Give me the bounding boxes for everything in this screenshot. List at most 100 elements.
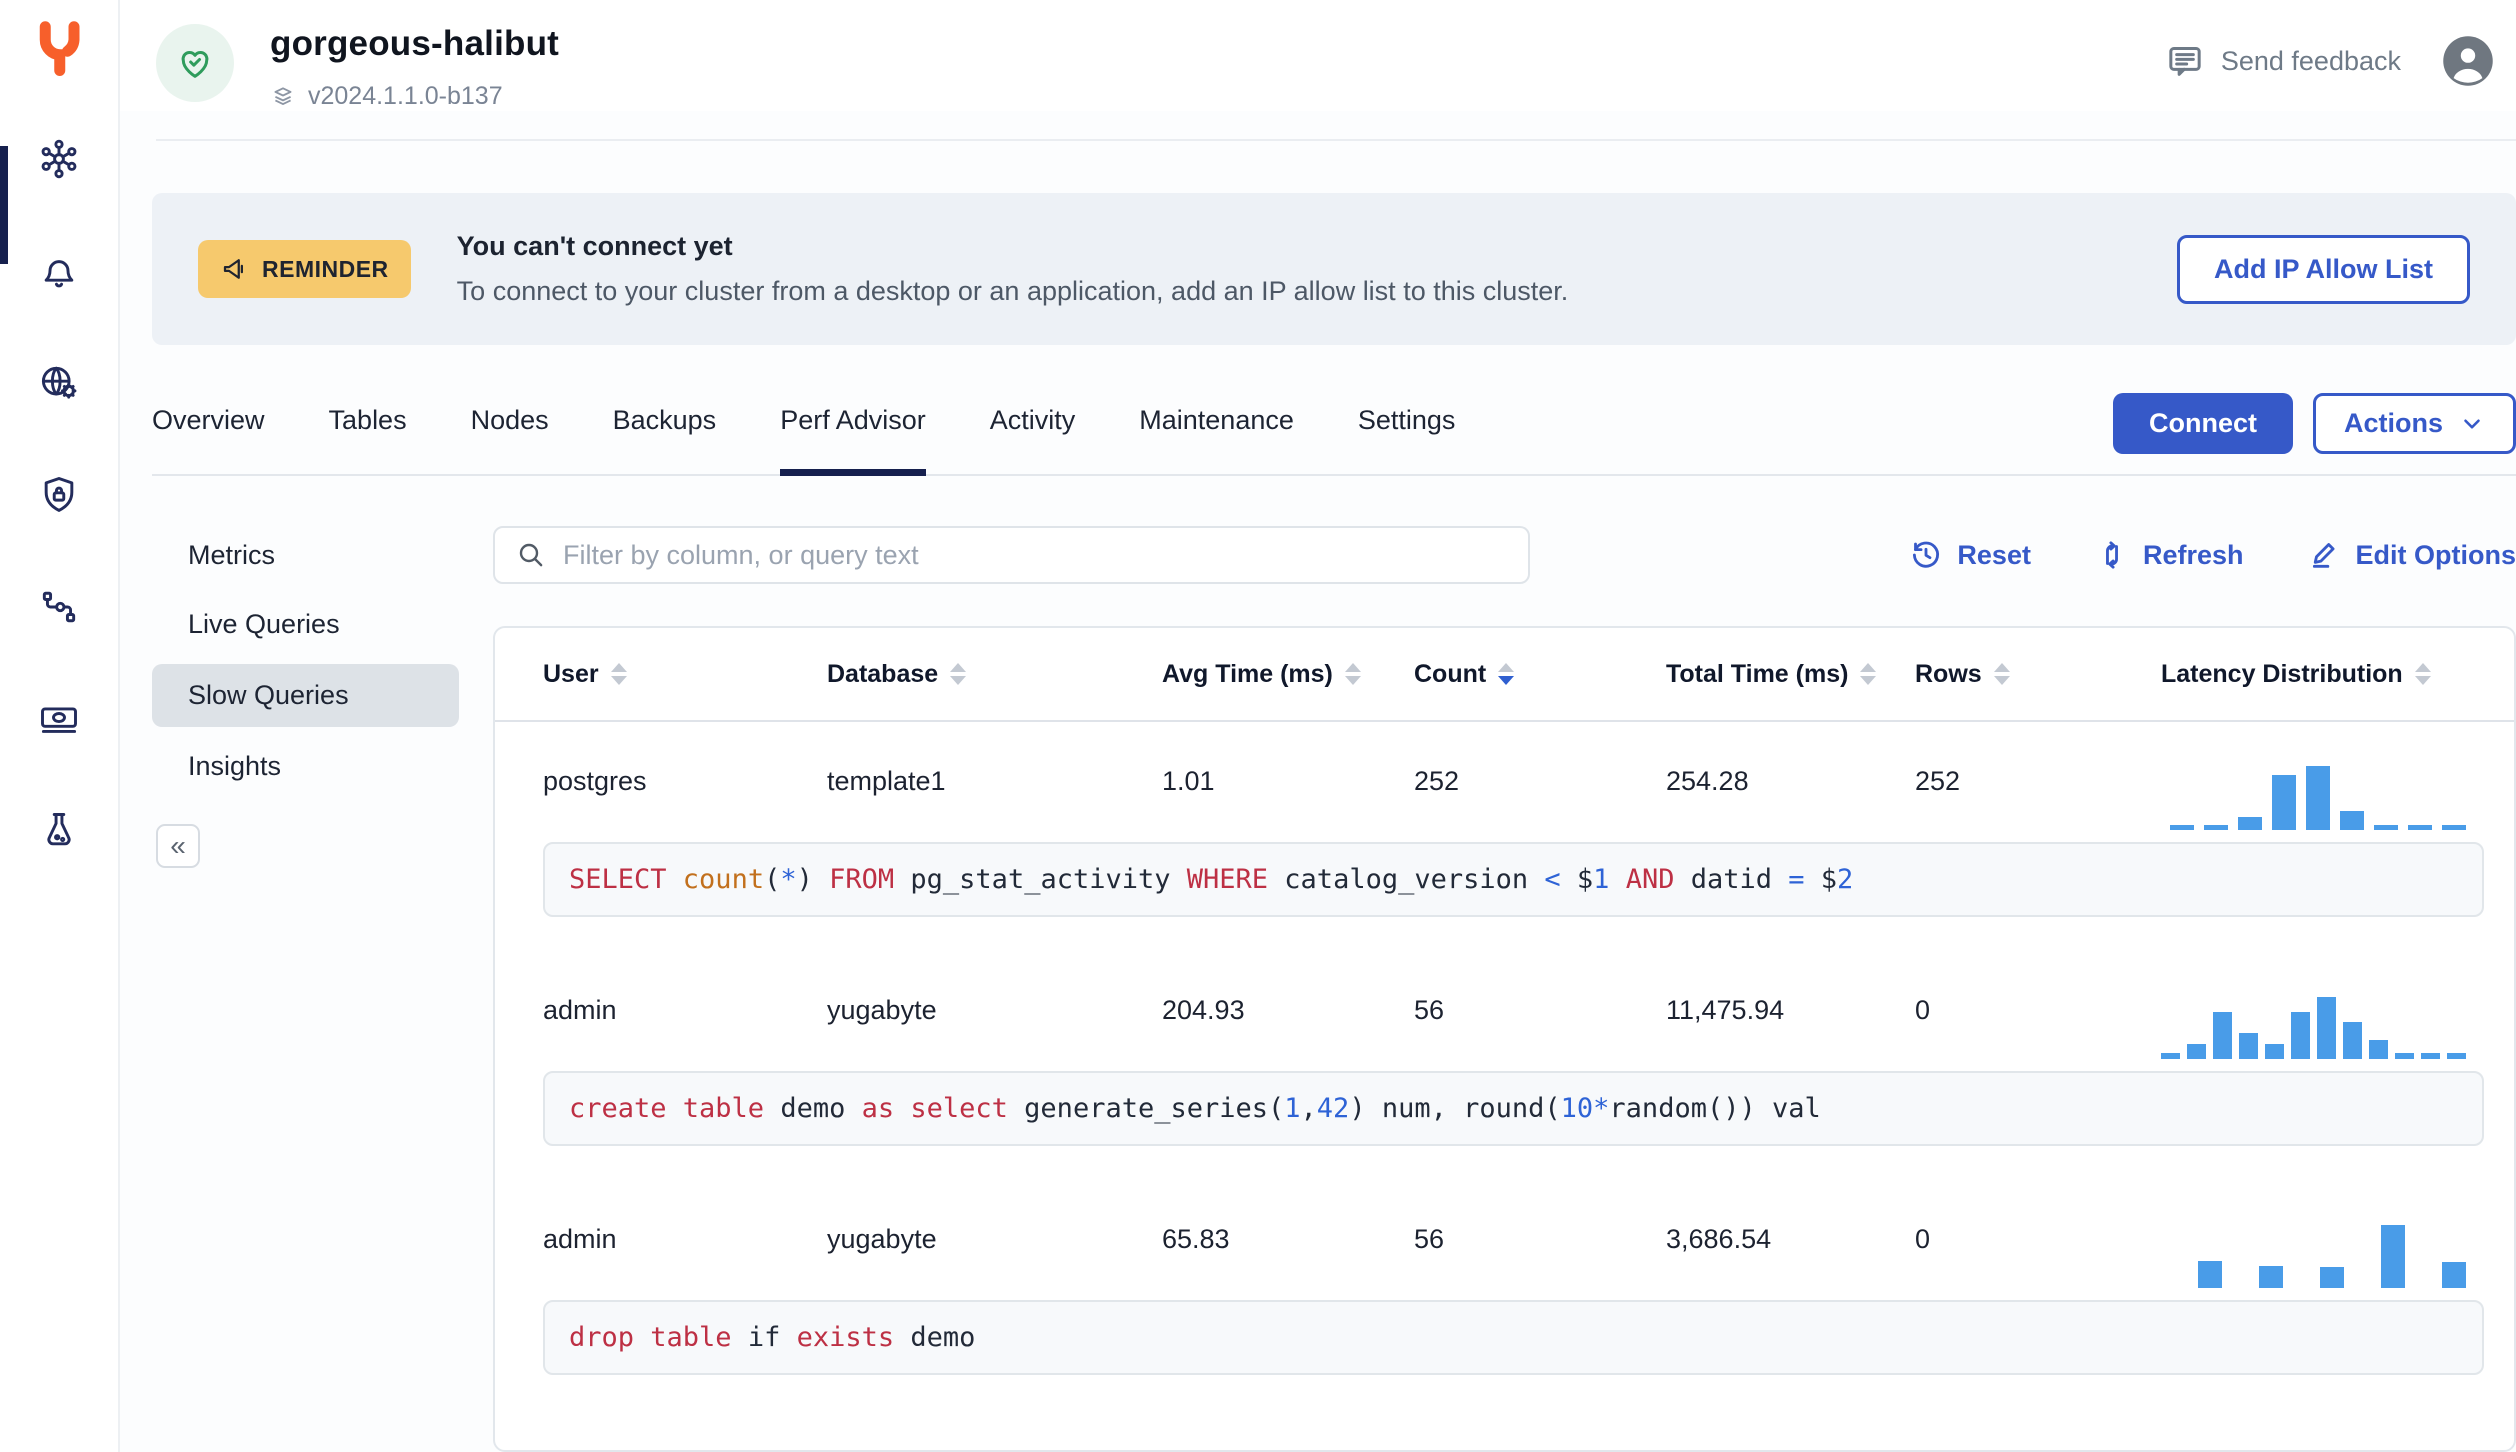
tab-activity[interactable]: Activity [990, 391, 1076, 474]
latency-bar [2161, 1053, 2180, 1059]
column-header-database[interactable]: Database [827, 660, 1162, 689]
column-header-total-time-ms[interactable]: Total Time (ms) [1666, 660, 1915, 689]
table-body: postgres template1 1.01 252 254.28 252 SELECT … [495, 722, 2514, 1375]
perf-advisor-subnav: Metrics Live Queries Slow Queries Insights … [120, 476, 493, 1452]
cluster-title-block: gorgeous-halibut v2024.1.1.0-b137 [270, 24, 559, 111]
cluster-version-row: v2024.1.1.0-b137 [270, 82, 559, 111]
table-row[interactable]: admin yugabyte 65.83 56 3,686.54 0 [495, 1180, 2514, 1298]
chevron-down-icon [2464, 418, 2480, 429]
shield-lock-icon[interactable] [36, 472, 82, 518]
sql-token: 2 [1837, 864, 1854, 895]
latency-bar [2340, 811, 2364, 830]
column-label: Rows [1915, 659, 1982, 688]
billing-banknote-icon[interactable] [36, 696, 82, 742]
sql-token: pg_stat_activity [910, 864, 1187, 895]
tab-settings[interactable]: Settings [1358, 391, 1456, 474]
cell-user: postgres [543, 765, 647, 796]
tab-perf-advisor[interactable]: Perf Advisor [780, 391, 926, 476]
cell-latency-distribution [2161, 1180, 2466, 1298]
cell-rows: 0 [1915, 994, 1931, 1025]
latency-bar [2170, 825, 2194, 830]
labs-flask-icon[interactable] [36, 808, 82, 854]
connect-button[interactable]: Connect [2112, 393, 2293, 454]
tab-tables[interactable]: Tables [329, 391, 407, 474]
sort-up-icon [1344, 663, 1361, 672]
cell-user: admin [543, 1223, 617, 1254]
subnav-item-slow-queries[interactable]: Slow Queries [152, 664, 459, 727]
tab-actions: Connect Actions [2112, 393, 2516, 472]
slow-queries-table: User Database Avg Time (ms) Count Total Time… [493, 626, 2516, 1452]
sort-down-icon [1860, 676, 1877, 685]
column-label: Database [827, 659, 939, 688]
cluster-tabs-row: Overview Tables Nodes Backups Perf Advisor Ac… [152, 391, 2516, 476]
yugabyte-logo[interactable] [29, 16, 89, 80]
sort-down-icon [950, 676, 967, 685]
column-header-avg-time-ms[interactable]: Avg Time (ms) [1162, 660, 1414, 689]
refresh-label: Refresh [2142, 539, 2244, 570]
integrations-flow-icon[interactable] [36, 584, 82, 630]
tab-overview[interactable]: Overview [152, 391, 265, 474]
sql-token: WHERE [1186, 864, 1285, 895]
edit-options-button[interactable]: Edit Options [2308, 538, 2516, 572]
tab-nodes[interactable]: Nodes [471, 391, 549, 474]
sql-token: as select [861, 1093, 1025, 1124]
subnav-item-live-queries[interactable]: Live Queries [152, 595, 459, 654]
sort-up-icon [2414, 663, 2431, 672]
actions-button[interactable]: Actions [2312, 393, 2516, 454]
column-header-count[interactable]: Count [1414, 660, 1666, 689]
sql-token: ) [796, 864, 830, 895]
sql-token: 1 [1593, 864, 1626, 895]
latency-bar [2306, 766, 2330, 830]
latency-bar [2369, 1040, 2388, 1059]
table-row[interactable]: postgres template1 1.01 252 254.28 252 [495, 722, 2514, 840]
sql-token: 10 [1560, 1093, 1594, 1124]
user-avatar[interactable] [2441, 34, 2495, 88]
cluster-version: v2024.1.1.0-b137 [308, 82, 503, 110]
filter-input[interactable] [563, 539, 1508, 571]
cell-count: 252 [1414, 765, 1460, 796]
sort-up-icon [1498, 663, 1515, 672]
sql-token: datid [1690, 864, 1789, 895]
header-divider [156, 139, 2516, 141]
cluster-name: gorgeous-halibut [270, 24, 560, 63]
bell-icon[interactable] [36, 248, 82, 294]
sort-arrows-icon [2414, 663, 2431, 685]
send-feedback-button[interactable]: Send feedback [2165, 41, 2401, 81]
latency-bar [2259, 1266, 2283, 1288]
sort-arrows-icon [1993, 663, 2010, 685]
column-header-user[interactable]: User [543, 660, 827, 689]
collapse-sidebar-button[interactable]: « [156, 824, 200, 868]
tab-backups[interactable]: Backups [613, 391, 717, 474]
tab-list: Overview Tables Nodes Backups Perf Advisor Ac… [152, 391, 1456, 476]
sort-arrows-icon [1344, 663, 1361, 685]
table-row[interactable]: admin yugabyte 204.93 56 11,475.94 0 [495, 951, 2514, 1069]
cell-total-time: 3,686.54 [1666, 1223, 1772, 1254]
tab-maintenance[interactable]: Maintenance [1139, 391, 1294, 474]
subnav-item-insights[interactable]: Insights [152, 737, 459, 796]
layers-icon [274, 86, 292, 105]
refresh-button[interactable]: Refresh [2095, 538, 2244, 572]
cluster-health-badge [156, 24, 234, 102]
column-header-latency-distribution[interactable]: Latency Distribution [2161, 660, 2466, 689]
sort-arrows-icon [1860, 663, 1877, 685]
cell-database: yugabyte [827, 994, 937, 1025]
latency-histogram [2170, 766, 2466, 830]
reset-button[interactable]: Reset [1909, 538, 2031, 572]
table-header-row: User Database Avg Time (ms) Count Total Time… [495, 628, 2514, 722]
globe-gear-icon[interactable] [36, 360, 82, 406]
query-text: create table demo as select generate_ser… [543, 1071, 2484, 1146]
sql-token: = [1788, 864, 1821, 895]
subnav-item-metrics[interactable]: Metrics [152, 526, 459, 585]
banner-message: To connect to your cluster from a deskto… [456, 276, 1569, 306]
pencil-icon [2312, 543, 2335, 568]
cell-total-time: 11,475.94 [1666, 994, 1785, 1025]
add-ip-allow-list-button[interactable]: Add IP Allow List [2176, 234, 2470, 304]
sql-token: create table [569, 1093, 781, 1124]
sql-token: FROM [829, 864, 911, 895]
send-feedback-label: Send feedback [2220, 45, 2401, 76]
cluster-hub-icon[interactable] [36, 136, 82, 182]
cell-latency-distribution [2161, 951, 2466, 1069]
cell-count: 56 [1414, 1223, 1445, 1254]
sort-up-icon [1860, 663, 1877, 672]
column-header-rows[interactable]: Rows [1915, 660, 2161, 689]
